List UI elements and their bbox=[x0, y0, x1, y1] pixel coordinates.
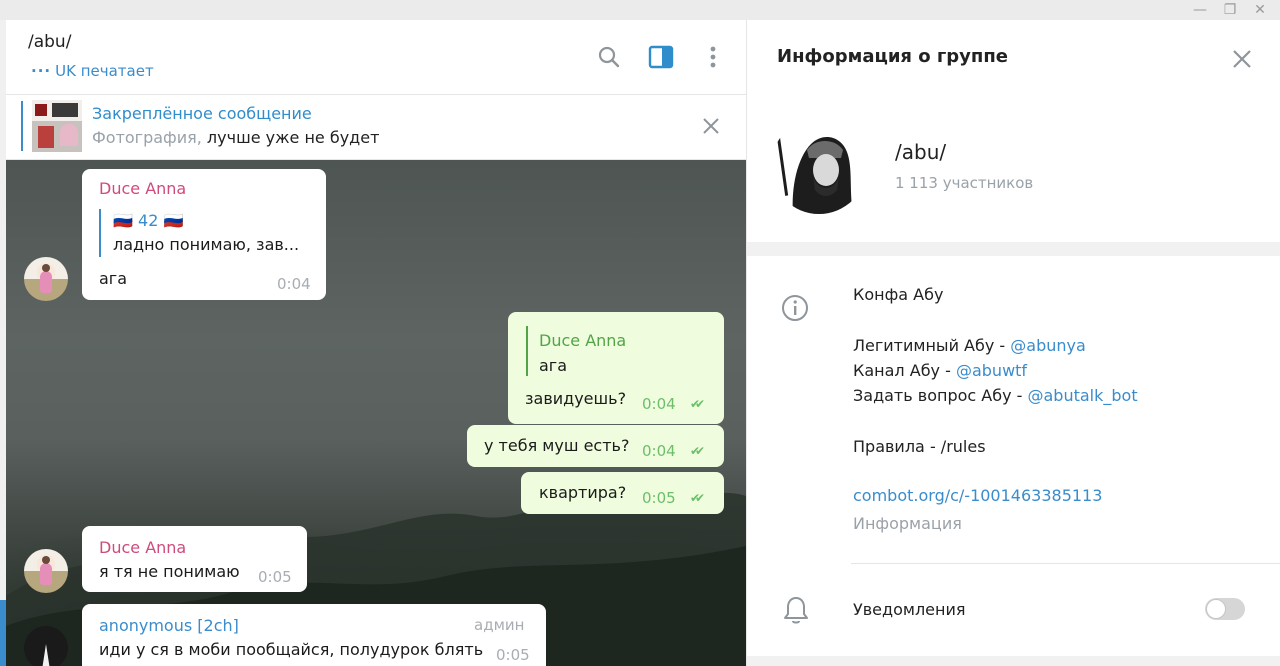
notifications-toggle[interactable] bbox=[1205, 598, 1245, 620]
restore-icon[interactable]: ❐ bbox=[1215, 0, 1245, 20]
message-time: 0:05 bbox=[496, 646, 530, 664]
notifications-label: Уведомления bbox=[853, 600, 966, 619]
message-text: у тебя муш есть? bbox=[484, 436, 630, 455]
group-avatar[interactable] bbox=[771, 118, 867, 214]
info-icon bbox=[781, 294, 809, 322]
pinned-message[interactable]: Закреплённое сообщение Фотография, лучше… bbox=[6, 95, 746, 160]
message-bubble[interactable]: anonymous [2ch] админ иди у ся в моби по… bbox=[82, 604, 546, 666]
message-time: 0:04 bbox=[642, 442, 676, 460]
link-caption: Информация bbox=[853, 514, 962, 533]
desc-line: Правила - /rules bbox=[853, 437, 986, 456]
pinned-type: Фотография, bbox=[92, 128, 202, 147]
pinned-photo-thumbnail bbox=[32, 100, 82, 152]
minimize-icon[interactable]: — bbox=[1185, 0, 1215, 20]
group-members-count[interactable]: 1 113 участников bbox=[895, 174, 1033, 192]
message-time: 0:04 bbox=[642, 395, 676, 413]
chat-header: /abu/ ··· UK печатает bbox=[6, 20, 746, 95]
admin-badge: админ bbox=[474, 616, 525, 634]
section-divider bbox=[747, 242, 1280, 256]
message-time: 0:05 bbox=[642, 489, 676, 507]
group-invite-link[interactable]: combot.org/c/-1001463385113 bbox=[853, 486, 1102, 505]
pinned-caption: лучше уже не будет bbox=[201, 128, 380, 147]
reply-text[interactable]: ага bbox=[539, 356, 567, 375]
close-window-icon[interactable]: ✕ bbox=[1245, 0, 1275, 20]
section-divider bbox=[747, 656, 1280, 666]
reply-text[interactable]: ладно понимаю, зав... bbox=[113, 235, 299, 254]
message-bubble-outgoing[interactable]: квартира? 0:05 ✔✔ bbox=[521, 472, 724, 514]
separator bbox=[851, 563, 1280, 564]
close-pinned-icon[interactable] bbox=[698, 113, 724, 139]
double-check-icon: ✔✔ bbox=[690, 491, 705, 505]
desc-link-abunya[interactable]: @abunya bbox=[1010, 336, 1086, 355]
typing-dots-icon: ··· bbox=[31, 62, 52, 80]
typing-text: UK печатает bbox=[55, 62, 154, 80]
group-description: Конфа Абу Легитимный Абу - @abunya Канал… bbox=[853, 282, 1138, 459]
pinned-text: Фотография, лучше уже не будет bbox=[92, 128, 379, 147]
reply-sender[interactable]: Duce Anna bbox=[539, 331, 626, 350]
desc-line: Конфа Абу bbox=[853, 285, 944, 304]
message-time: 0:05 bbox=[258, 568, 292, 586]
info-title: Информация о группе bbox=[777, 46, 1008, 67]
double-check-icon: ✔✔ bbox=[690, 444, 705, 458]
avatar-anonymous[interactable] bbox=[24, 626, 68, 666]
desc-link-abuwtf[interactable]: @abuwtf bbox=[956, 361, 1027, 380]
toggle-knob bbox=[1206, 599, 1226, 619]
desc-line: Задать вопрос Абу - bbox=[853, 386, 1028, 405]
close-icon[interactable] bbox=[1227, 44, 1257, 74]
message-bubble-outgoing[interactable]: Duce Anna ага завидуешь? 0:04 ✔✔ bbox=[508, 312, 724, 424]
reply-bar bbox=[99, 209, 101, 257]
message-text: я тя не понимаю bbox=[99, 562, 240, 581]
pinned-bar bbox=[21, 101, 23, 151]
message-sender[interactable]: Duce Anna bbox=[99, 538, 186, 557]
message-bubble[interactable]: Duce Anna 🇷🇺 42 🇷🇺 ладно понимаю, зав...… bbox=[82, 169, 326, 300]
message-text: ага bbox=[99, 269, 128, 288]
reply-bar bbox=[526, 326, 528, 376]
bell-icon bbox=[783, 595, 809, 625]
desc-line: Канал Абу - bbox=[853, 361, 956, 380]
sidebar-toggle-icon[interactable] bbox=[646, 42, 676, 72]
chat-area: /abu/ ··· UK печатает Закреплённое сообщ… bbox=[6, 20, 746, 666]
desc-line: Легитимный Абу - bbox=[853, 336, 1011, 355]
message-text: квартира? bbox=[539, 483, 627, 502]
message-sender[interactable]: Duce Anna bbox=[99, 179, 186, 198]
pinned-title: Закреплённое сообщение bbox=[92, 104, 312, 123]
chat-title[interactable]: /abu/ bbox=[28, 32, 71, 52]
search-icon[interactable] bbox=[594, 42, 624, 72]
window-titlebar: — ❐ ✕ bbox=[0, 0, 1280, 20]
double-check-icon: ✔✔ bbox=[690, 397, 705, 411]
message-time: 0:04 bbox=[277, 275, 311, 293]
desc-link-abutalk-bot[interactable]: @abutalk_bot bbox=[1028, 386, 1138, 405]
message-sender[interactable]: anonymous [2ch] bbox=[99, 616, 239, 635]
group-name: /abu/ bbox=[895, 140, 947, 164]
typing-status: ··· UK печатает bbox=[31, 62, 154, 80]
message-bubble[interactable]: Duce Anna я тя не понимаю 0:05 bbox=[82, 526, 307, 592]
message-bubble-outgoing[interactable]: у тебя муш есть? 0:04 ✔✔ bbox=[467, 425, 724, 467]
message-text: иди у ся в моби пообщайся, полудурок бля… bbox=[99, 640, 484, 659]
avatar-duce-anna[interactable] bbox=[24, 257, 68, 301]
reply-sender[interactable]: 🇷🇺 42 🇷🇺 bbox=[113, 211, 183, 230]
group-info-panel: Информация о группе /abu/ 1 113 участник… bbox=[746, 20, 1280, 666]
more-vertical-icon[interactable] bbox=[698, 42, 728, 72]
avatar-duce-anna[interactable] bbox=[24, 549, 68, 593]
message-text: завидуешь? bbox=[525, 389, 627, 408]
